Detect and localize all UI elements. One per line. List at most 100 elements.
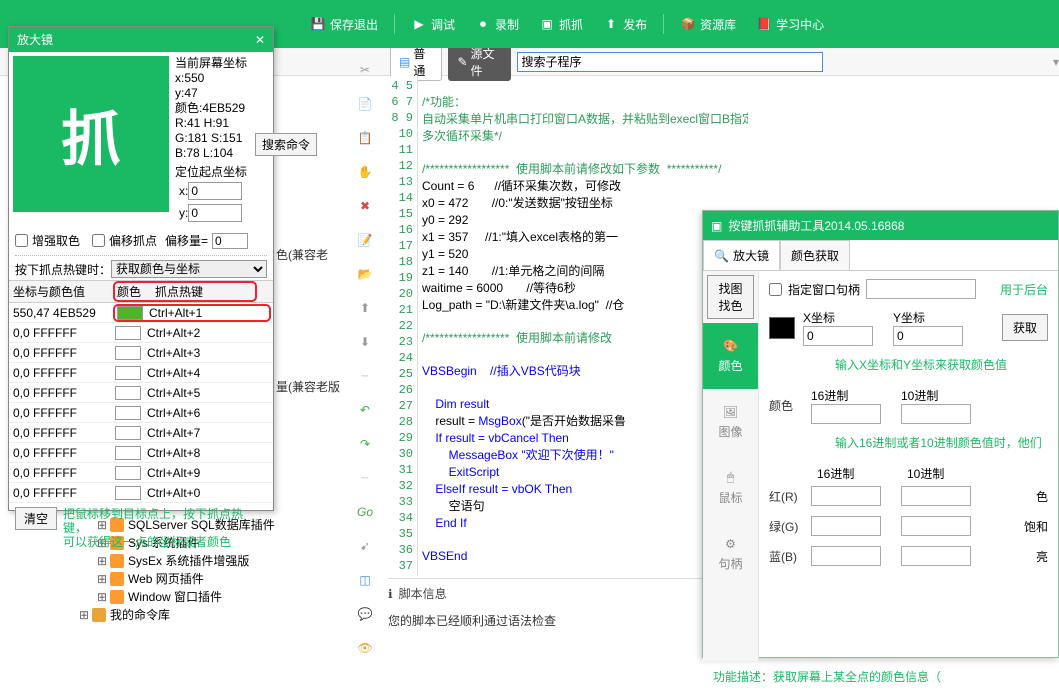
- dialog-title: 放大镜: [17, 31, 53, 48]
- grid-row[interactable]: 0,0 FFFFFFCtrl+Alt+0: [9, 483, 273, 503]
- vertical-tabs: 找图找色 🎨颜色 🖼图像 🖱鼠标 ⚙句柄: [703, 271, 759, 661]
- eye-icon[interactable]: 👁: [355, 638, 375, 658]
- grid-row[interactable]: 0,0 FFFFFFCtrl+Alt+5: [9, 383, 273, 403]
- image-icon: 🖼: [723, 405, 738, 419]
- redo-icon[interactable]: ↷: [355, 434, 375, 454]
- search-subroutine-input[interactable]: [517, 52, 823, 72]
- zhuazhua-button[interactable]: ▣抓抓: [539, 16, 583, 33]
- folder-icon[interactable]: 📂: [355, 264, 375, 284]
- save-exit-button[interactable]: 💾保存退出: [310, 16, 378, 33]
- dropdown-icon[interactable]: ▾: [1053, 55, 1059, 69]
- tab-color-get[interactable]: 颜色获取: [780, 240, 850, 270]
- color-preview: 抓: [13, 56, 169, 212]
- cross-icon[interactable]: ✖: [355, 196, 375, 216]
- hotkey-action-select[interactable]: 获取颜色与坐标: [111, 260, 267, 278]
- mouse-icon: 🖱: [727, 470, 734, 485]
- grid-row[interactable]: 550,47 4EB529Ctrl+Alt+1: [9, 303, 273, 323]
- code-editor[interactable]: 4 5 6 7 8 9 10 11 12 13 14 15 16 17 18 1…: [388, 76, 748, 576]
- book-icon: 📕: [756, 16, 772, 32]
- comment-icon[interactable]: 💬: [355, 604, 375, 624]
- box-icon: 📦: [680, 16, 696, 32]
- r-dec-input[interactable]: [901, 486, 971, 506]
- vertical-toolbar: ✂ 📄 📋 ✋ ✖ 📝 📂 ⬆ ⬇ ┄ ↶ ↷ ┄ Go ➹ ◫ 💬 👁: [350, 60, 380, 658]
- record-icon: ⏺: [475, 16, 491, 32]
- pointer-icon[interactable]: ➹: [355, 536, 375, 556]
- header-highlight: 颜色抓点热键: [115, 283, 255, 300]
- grid-row[interactable]: 0,0 FFFFFFCtrl+Alt+9: [9, 463, 273, 483]
- tree-node[interactable]: ⊞我的命令库: [78, 606, 336, 624]
- grid-row[interactable]: 0,0 FFFFFFCtrl+Alt+7: [9, 423, 273, 443]
- dec-input[interactable]: [901, 404, 971, 424]
- hex-input[interactable]: [811, 404, 881, 424]
- page-icon: ▤: [399, 55, 410, 69]
- coord-info: 当前屏幕坐标 x:550 y:47 颜色:4EB529 R:41 H:91 G:…: [171, 54, 251, 226]
- grid-row[interactable]: 0,0 FFFFFFCtrl+Alt+4: [9, 363, 273, 383]
- b-dec-input[interactable]: [901, 546, 971, 566]
- plugin-icon: [110, 554, 124, 568]
- color-tab-content: 指定窗口句柄 用于后台 X坐标 Y坐标 获取 输入X坐标和Y坐标来获取颜色值 颜…: [759, 271, 1058, 661]
- doc-icon[interactable]: 📝: [355, 230, 375, 250]
- copy-icon[interactable]: 📄: [355, 94, 375, 114]
- get-button[interactable]: 获取: [1002, 314, 1048, 341]
- plugin-icon: [110, 572, 124, 586]
- panel-tabs: 🔍放大镜 颜色获取: [703, 240, 1058, 271]
- plugin-icon: [110, 590, 124, 604]
- grid-row[interactable]: 0,0 FFFFFFCtrl+Alt+6: [9, 403, 273, 423]
- handle-input[interactable]: [866, 279, 976, 299]
- offset-checkbox[interactable]: [92, 234, 105, 247]
- grid-row[interactable]: 0,0 FFFFFFCtrl+Alt+2: [9, 323, 273, 343]
- spec-handle-checkbox[interactable]: [769, 283, 782, 296]
- normal-view-tab[interactable]: ▤普通: [390, 43, 442, 81]
- magnifier-dialog: 放大镜 ✕ 抓 当前屏幕坐标 x:550 y:47 颜色:4EB529 R:41…: [8, 26, 274, 511]
- clear-button[interactable]: 清空: [15, 507, 57, 530]
- background-text-fragment: 色(兼容老 量(兼容老版: [276, 244, 340, 398]
- study-button[interactable]: 📕学习中心: [756, 16, 824, 33]
- up-icon[interactable]: ⬆: [355, 298, 375, 318]
- g-hex-input[interactable]: [811, 516, 881, 536]
- x-input[interactable]: [803, 326, 873, 346]
- down-icon[interactable]: ⬇: [355, 332, 375, 352]
- code-icon: ✎: [457, 55, 467, 69]
- vtab-image[interactable]: 🖼图像: [703, 389, 758, 455]
- grid-row[interactable]: 0,0 FFFFFFCtrl+Alt+8: [9, 443, 273, 463]
- code-content[interactable]: /*功能： 自动采集单片机串口打印窗口A数据，并粘贴到execl窗口B指定单元格…: [418, 76, 748, 576]
- resource-button[interactable]: 📦资源库: [680, 16, 736, 33]
- vtab-handle[interactable]: ⚙句柄: [703, 521, 758, 587]
- offset-amount-input[interactable]: [212, 233, 248, 249]
- cut-icon[interactable]: ✂: [355, 60, 375, 80]
- debug-button[interactable]: ▶调试: [411, 16, 455, 33]
- origin-y-input[interactable]: [188, 204, 242, 222]
- cmd-icon: [92, 608, 106, 622]
- close-icon[interactable]: ✕: [255, 33, 265, 47]
- vtab-color[interactable]: 🎨颜色: [703, 323, 758, 389]
- save-icon: 💾: [310, 16, 326, 32]
- play-icon: ▶: [411, 16, 427, 32]
- sliders-icon: ⚙: [725, 537, 736, 551]
- y-input[interactable]: [893, 326, 963, 346]
- tree-node[interactable]: ⊞Window 窗口插件: [96, 588, 336, 606]
- source-view-tab[interactable]: ✎源文件: [448, 43, 510, 81]
- origin-x-input[interactable]: [188, 182, 242, 200]
- tree-node[interactable]: ⊞Web 网页插件: [96, 570, 336, 588]
- g-dec-input[interactable]: [901, 516, 971, 536]
- color-swatch: [769, 317, 795, 339]
- publish-button[interactable]: ⬆发布: [603, 16, 647, 33]
- enhance-checkbox[interactable]: [15, 234, 28, 247]
- record-button[interactable]: ⏺录制: [475, 16, 519, 33]
- hand-icon[interactable]: ✋: [355, 162, 375, 182]
- database-icon[interactable]: ◫: [355, 570, 375, 590]
- search-command-button[interactable]: 搜索命令: [255, 133, 317, 156]
- b-hex-input[interactable]: [811, 546, 881, 566]
- tab-magnifier[interactable]: 🔍放大镜: [703, 240, 780, 270]
- palette-icon: 🎨: [723, 339, 738, 353]
- r-hex-input[interactable]: [811, 486, 881, 506]
- vtab-mouse[interactable]: 🖱鼠标: [703, 455, 758, 521]
- go-icon[interactable]: Go: [355, 502, 375, 522]
- tree-node[interactable]: ⊞SysEx 系统插件增强版: [96, 552, 336, 570]
- panel-title-bar[interactable]: ▣按键抓抓辅助工具2014.05.16868: [703, 211, 1058, 240]
- dialog-title-bar[interactable]: 放大镜 ✕: [9, 27, 273, 52]
- paste-icon[interactable]: 📋: [355, 128, 375, 148]
- find-color-button[interactable]: 找图找色: [707, 275, 754, 319]
- undo-icon[interactable]: ↶: [355, 400, 375, 420]
- grid-row[interactable]: 0,0 FFFFFFCtrl+Alt+3: [9, 343, 273, 363]
